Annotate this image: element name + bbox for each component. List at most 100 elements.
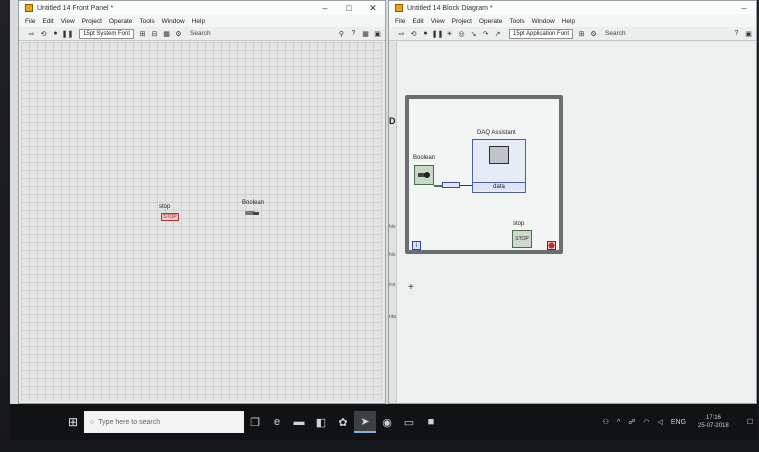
dynamic-data-wire[interactable] [460,185,472,186]
block-diagram-titlebar[interactable]: Untitled 14 Block Diagram * – [389,1,756,15]
block-diagram-toolbar: ⇨ ⟲ ● ❚❚ ☀ ◎ ↘ ↷ ↗ 15pt Application Font… [389,27,756,41]
run-continuously-icon[interactable]: ⟲ [409,29,418,38]
close-icon[interactable]: ✕ [361,1,385,15]
iteration-terminal[interactable]: i [412,241,421,250]
daq-assistant-node[interactable]: data [472,139,526,193]
stop-terminal-label: stop [513,221,525,227]
boolean-wire[interactable] [434,185,442,187]
taskbar-clock[interactable]: 17:16 25-07-2018 [694,414,733,430]
front-panel-canvas[interactable]: stop STOP Boolean [21,42,383,401]
toolbar-search[interactable]: Search [190,30,211,37]
action-center-icon[interactable]: ☐ [747,418,753,426]
windows-start-icon[interactable]: ⊞ [62,409,84,435]
pause-icon[interactable]: ❚❚ [432,29,444,38]
menu-edit[interactable]: Edit [412,18,423,25]
language-indicator[interactable]: ENG [671,419,686,426]
menu-project[interactable]: Project [82,18,102,25]
pinned-app-icon[interactable]: ■ [420,411,442,433]
chrome-browser-icon[interactable]: ◉ [376,411,398,433]
boolean-toggle-switch[interactable] [245,210,259,216]
step-into-icon[interactable]: ↘ [469,29,478,38]
search-icon[interactable]: ⚲ [337,29,346,38]
front-panel-menubar: File Edit View Project Operate Tools Win… [19,15,385,27]
labview-taskbar-icon[interactable]: ➤ [354,411,376,433]
volume-icon[interactable]: ◁ [657,418,662,426]
menu-operate[interactable]: Operate [109,18,133,25]
front-panel-toolbar: ⇨ ⟲ ● ❚❚ 15pt System Font ⊞ ⊟ ▦ ⚙ Search… [19,27,385,41]
menu-file[interactable]: File [395,18,405,25]
front-panel-window: Untitled 14 Front Panel * – □ ✕ File Edi… [18,0,386,404]
help-icon[interactable]: ? [349,29,358,38]
network-icon[interactable]: ☍ [628,418,635,426]
store-icon[interactable]: ◧ [310,411,332,433]
font-selector[interactable]: 15pt Application Font [509,28,574,39]
daq-data-output[interactable]: data [473,182,525,190]
vi-icon[interactable]: ▣ [373,29,382,38]
minimize-icon[interactable]: – [732,1,756,15]
help-icon[interactable]: ? [732,29,741,38]
align-objects-icon[interactable]: ⊞ [138,29,147,38]
palette-text: ice [389,282,396,288]
show-hidden-icons-icon[interactable]: ^ [617,419,620,426]
windows-taskbar: ⊞ ○ Type here to search ❐ e ▬ ◧ ✿ ➤ ◉ ▭ … [10,404,757,440]
palette-text: his [389,224,396,230]
edge-browser-icon[interactable]: e [266,411,288,433]
stop-terminal[interactable]: STOP [512,230,532,248]
menu-tools[interactable]: Tools [139,18,154,25]
palette-letter: D [389,116,396,126]
block-diagram-title: Untitled 14 Block Diagram * [407,4,493,12]
screen: Untitled 14 Front Panel * – □ ✕ File Edi… [10,0,757,440]
front-panel-titlebar[interactable]: Untitled 14 Front Panel * – □ ✕ [19,1,385,15]
taskbar-search-box[interactable]: ○ Type here to search [84,411,244,433]
run-arrow-icon[interactable]: ⇨ [397,29,406,38]
highlight-execution-icon[interactable]: ☀ [445,29,454,38]
resize-objects-icon[interactable]: ▦ [162,29,171,38]
block-diagram-menubar: File Edit View Project Operate Tools Win… [389,15,756,27]
to-dynamic-data-node[interactable] [442,182,460,188]
menu-tools[interactable]: Tools [509,18,524,25]
pause-icon[interactable]: ❚❚ [62,29,74,38]
menu-window[interactable]: Window [532,18,555,25]
stop-button[interactable]: STOP [161,213,179,221]
step-out-icon[interactable]: ↗ [493,29,502,38]
minimize-icon[interactable]: – [313,1,337,15]
people-icon[interactable]: ⚇ [603,418,609,426]
abort-icon[interactable]: ● [421,29,430,38]
file-explorer-icon[interactable]: ▬ [288,411,310,433]
run-continuously-icon[interactable]: ⟲ [39,29,48,38]
menu-file[interactable]: File [25,18,35,25]
menu-operate[interactable]: Operate [479,18,503,25]
step-over-icon[interactable]: ↷ [481,29,490,38]
menu-project[interactable]: Project [452,18,472,25]
menu-help[interactable]: Help [192,18,205,25]
menu-view[interactable]: View [431,18,445,25]
block-diagram-window: Untitled 14 Block Diagram * – File Edit … [388,0,757,404]
clock-date: 25-07-2018 [698,423,729,429]
menu-window[interactable]: Window [162,18,185,25]
search-label: Search [605,30,626,37]
menu-view[interactable]: View [61,18,75,25]
connector-pane-icon[interactable]: ▦ [361,29,370,38]
window-app-icon[interactable]: ▭ [398,411,420,433]
maximize-icon[interactable]: □ [337,1,361,15]
loop-condition-terminal[interactable] [547,241,556,250]
palette-text: nta [389,314,396,320]
distribute-objects-icon[interactable]: ⊟ [150,29,159,38]
menu-help[interactable]: Help [562,18,575,25]
while-loop[interactable]: DAQ Assistant data Boolean stop STOP i [405,95,563,254]
toolbar-search[interactable]: Search [605,30,626,37]
settings-icon[interactable]: ✿ [332,411,354,433]
abort-icon[interactable]: ● [51,29,60,38]
align-objects-icon[interactable]: ⊞ [577,29,586,38]
task-view-icon[interactable]: ❐ [244,411,266,433]
font-selector[interactable]: 15pt System Font [79,28,135,39]
reorder-icon[interactable]: ⚙ [174,29,183,38]
run-arrow-icon[interactable]: ⇨ [27,29,36,38]
search-label: Search [190,30,211,37]
wifi-icon[interactable]: ◠ [643,418,649,426]
reorder-icon[interactable]: ⚙ [589,29,598,38]
boolean-terminal[interactable] [414,165,434,185]
menu-edit[interactable]: Edit [42,18,53,25]
vi-icon[interactable]: ▣ [744,29,753,38]
retain-wire-values-icon[interactable]: ◎ [457,29,466,38]
